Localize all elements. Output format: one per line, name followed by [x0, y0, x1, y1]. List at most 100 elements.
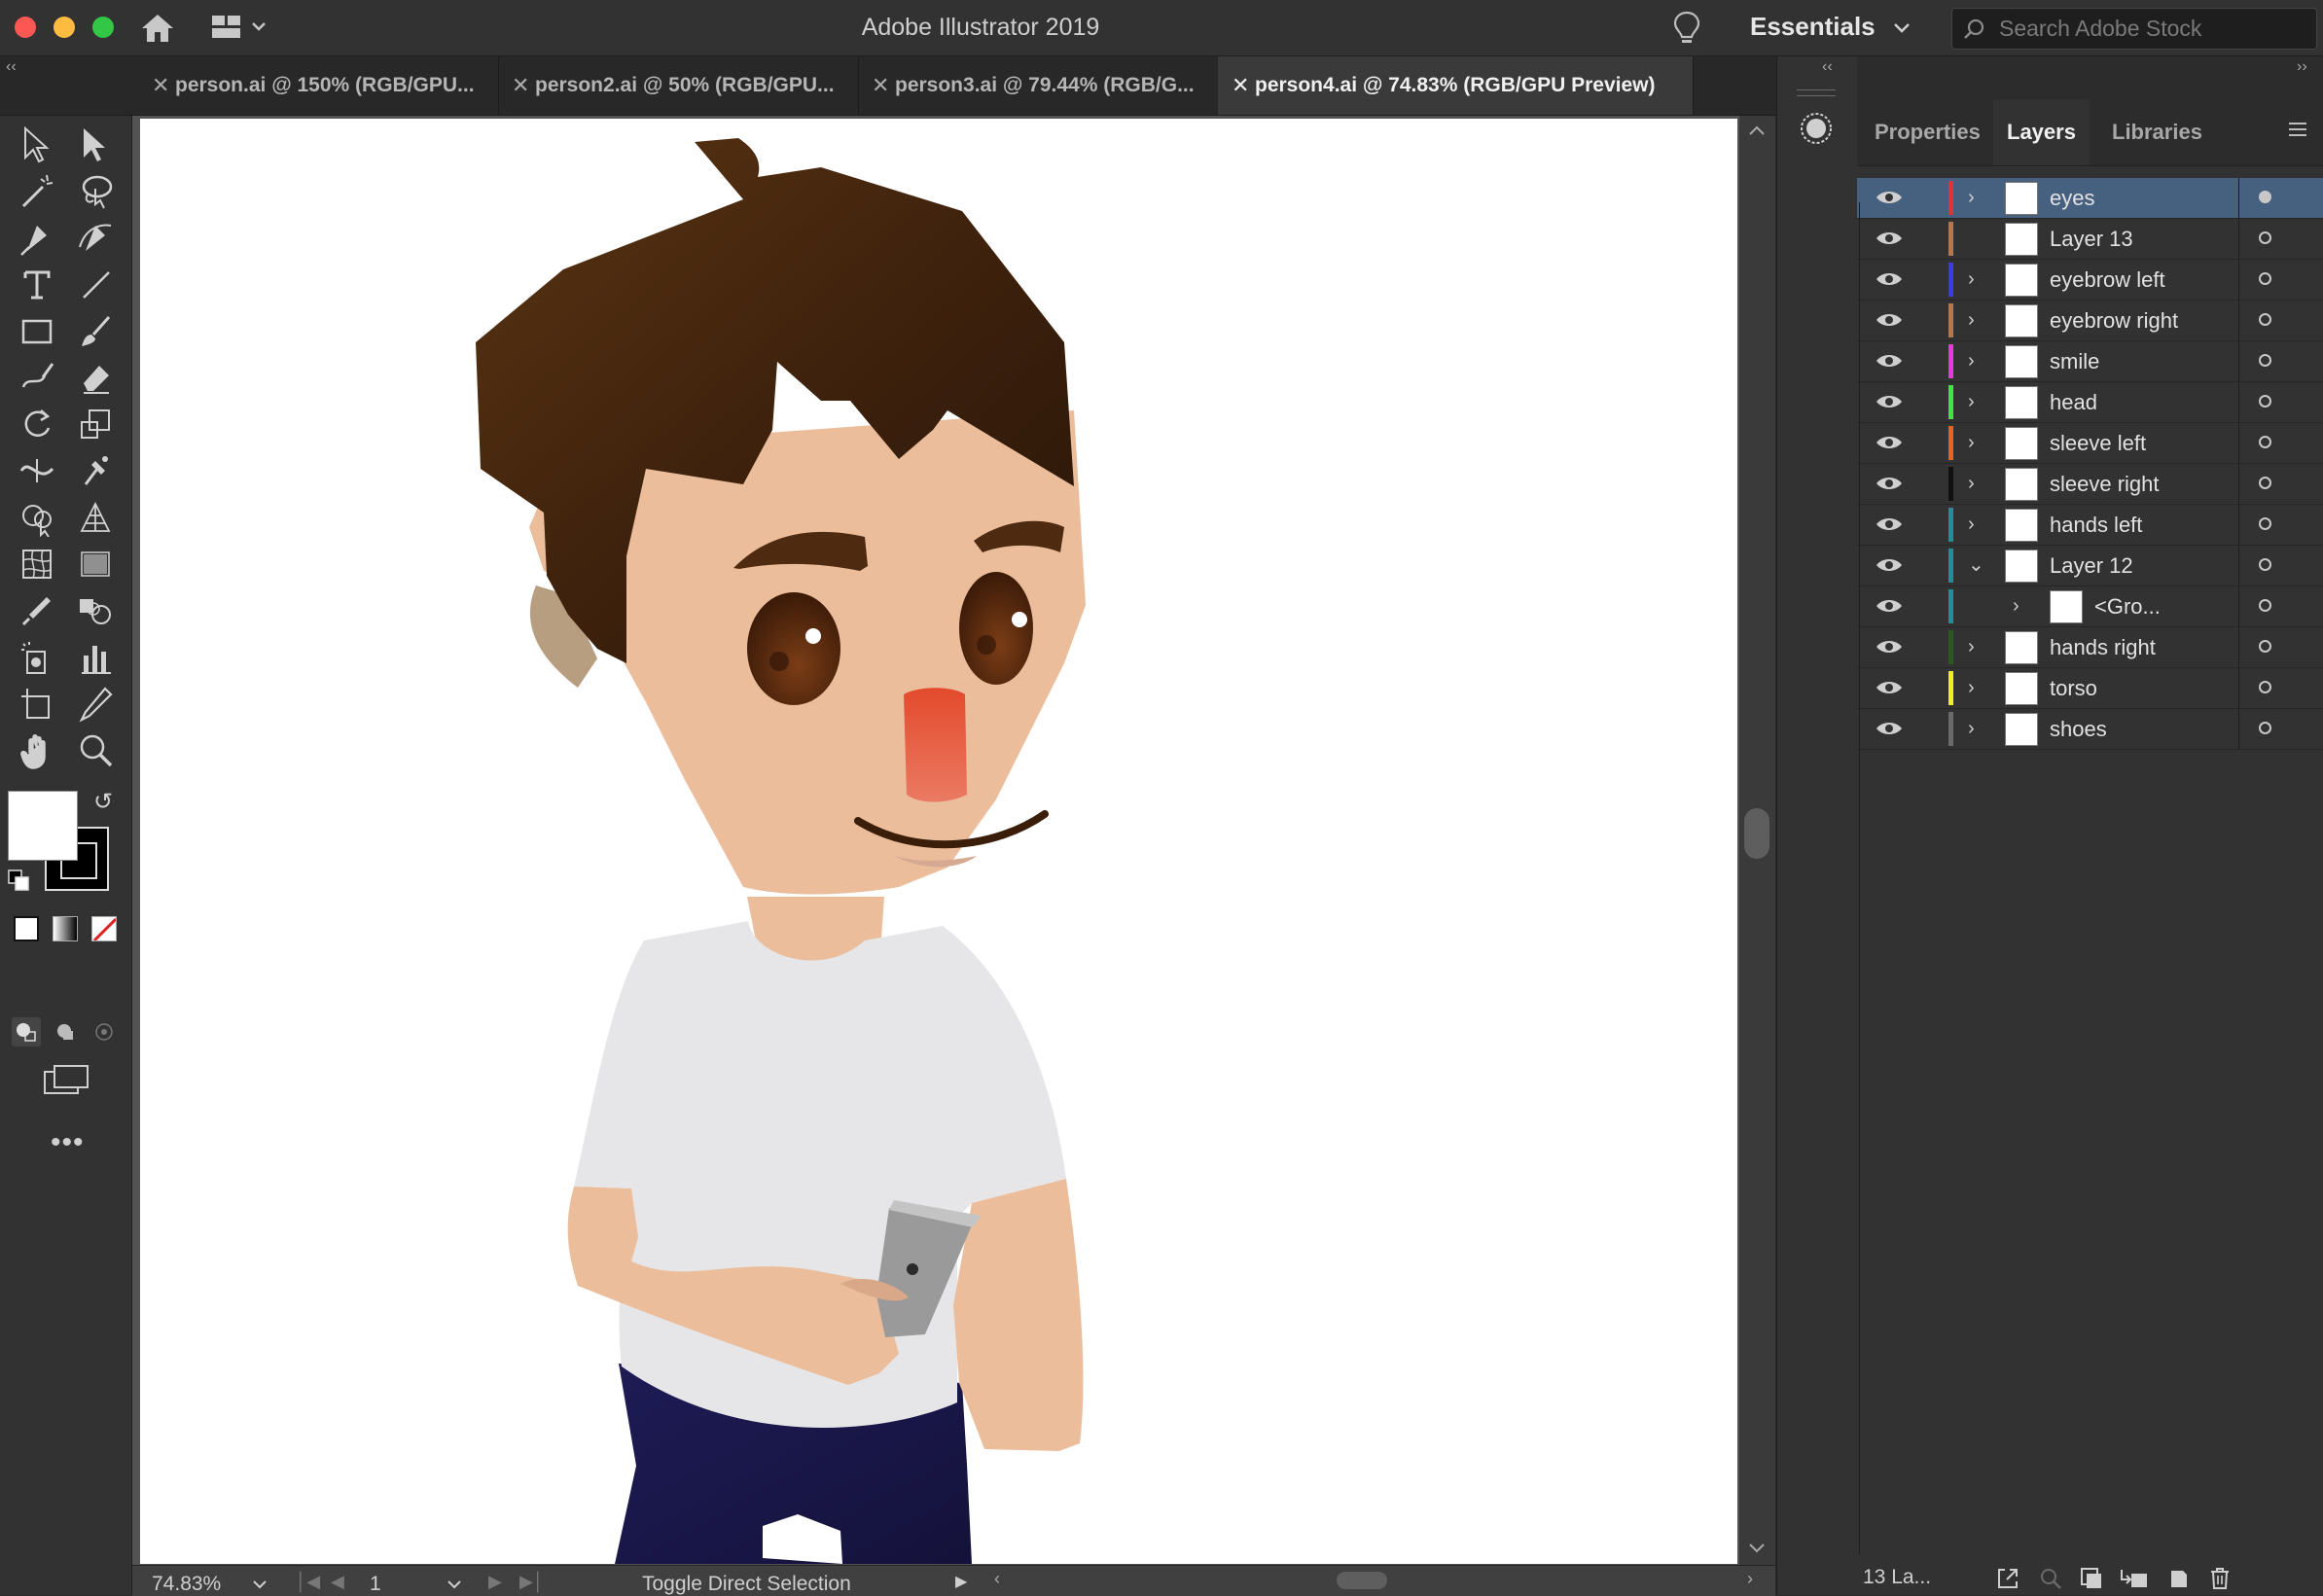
- close-tab-icon[interactable]: ✕: [512, 56, 529, 115]
- status-menu-arrow-icon[interactable]: ▶: [955, 1572, 967, 1591]
- chevron-right-icon[interactable]: ›: [1968, 709, 1975, 749]
- nose[interactable]: [904, 688, 967, 802]
- rectangle-tool-icon[interactable]: [16, 309, 58, 352]
- none-mode-button[interactable]: [91, 916, 117, 941]
- draw-normal-icon[interactable]: [12, 1017, 41, 1046]
- layer-row[interactable]: › smile: [1857, 341, 2323, 382]
- layer-target-icon[interactable]: [2259, 681, 2271, 693]
- visibility-eye-icon[interactable]: [1875, 269, 1904, 294]
- visibility-eye-icon[interactable]: [1875, 555, 1904, 580]
- chevron-right-icon[interactable]: ›: [1968, 260, 1975, 300]
- character-illustration[interactable]: [140, 119, 1737, 1564]
- layer-name[interactable]: smile: [2050, 341, 2099, 381]
- layer-name[interactable]: shoes: [2050, 709, 2107, 749]
- pen-tool-icon[interactable]: [16, 216, 58, 259]
- tab-properties[interactable]: Properties: [1861, 99, 1994, 165]
- layer-name[interactable]: hands right: [2050, 627, 2156, 667]
- last-artboard-icon[interactable]: ▶│: [519, 1572, 544, 1592]
- layer-row[interactable]: › eyebrow left: [1857, 260, 2323, 301]
- layer-target-icon[interactable]: [2259, 640, 2271, 653]
- layer-name[interactable]: <Gro...: [2094, 586, 2161, 626]
- layer-name[interactable]: eyebrow right: [2050, 301, 2178, 340]
- vertical-scrollbar[interactable]: [1739, 116, 1775, 1565]
- artboard-dropdown-chevron-icon[interactable]: [446, 1578, 463, 1590]
- export-icon[interactable]: [1995, 1566, 2020, 1591]
- layer-row[interactable]: › head: [1857, 382, 2323, 423]
- chevron-right-icon[interactable]: ›: [1968, 301, 1975, 340]
- scroll-down-arrow-icon[interactable]: [1747, 1542, 1767, 1560]
- layer-name[interactable]: eyes: [2050, 178, 2094, 218]
- layer-target-icon[interactable]: [2259, 354, 2271, 367]
- line-segment-tool-icon[interactable]: [74, 263, 117, 305]
- scroll-right-arrow-icon[interactable]: ›: [1747, 1569, 1753, 1589]
- workspace-switcher[interactable]: Essentials: [1750, 0, 1912, 53]
- layer-row[interactable]: › sleeve right: [1857, 464, 2323, 505]
- layer-target-icon[interactable]: [2259, 558, 2271, 571]
- rotate-tool-icon[interactable]: [16, 403, 58, 445]
- make-clipping-mask-icon[interactable]: [2079, 1566, 2104, 1591]
- next-artboard-icon[interactable]: ▶: [488, 1572, 502, 1592]
- collapse-panel-icon[interactable]: ››: [2297, 58, 2307, 76]
- chevron-right-icon[interactable]: ›: [1968, 382, 1975, 422]
- scale-tool-icon[interactable]: [74, 403, 117, 445]
- collapse-panels-left-icon[interactable]: ‹‹: [6, 58, 17, 76]
- close-tab-icon[interactable]: ✕: [872, 56, 889, 115]
- create-new-layer-icon[interactable]: [2166, 1566, 2192, 1591]
- horizontal-scrollbar[interactable]: ‹ ›: [988, 1569, 1767, 1591]
- tab-person3[interactable]: ✕ person3.ai @ 79.44% (RGB/G...: [858, 56, 1219, 115]
- draw-behind-icon[interactable]: [51, 1017, 80, 1046]
- stock-search-input[interactable]: Search Adobe Stock: [1951, 8, 2317, 50]
- layer-row[interactable]: › <Gro...: [1857, 586, 2323, 627]
- visibility-eye-icon[interactable]: [1875, 596, 1904, 621]
- layer-row[interactable]: › eyebrow right: [1857, 301, 2323, 341]
- magic-wand-tool-icon[interactable]: [16, 169, 58, 212]
- width-tool-icon[interactable]: [16, 449, 58, 492]
- scroll-left-arrow-icon[interactable]: ‹: [994, 1569, 1000, 1589]
- layer-target-icon[interactable]: [2259, 313, 2271, 326]
- perspective-grid-tool-icon[interactable]: [74, 496, 117, 539]
- tab-person4[interactable]: ✕ person4.ai @ 74.83% (RGB/GPU Preview): [1218, 56, 1694, 115]
- chevron-right-icon[interactable]: ›: [2013, 586, 2019, 626]
- layer-name[interactable]: sleeve left: [2050, 423, 2146, 463]
- layer-name[interactable]: torso: [2050, 668, 2097, 708]
- curvature-tool-icon[interactable]: [74, 216, 117, 259]
- layer-target-icon[interactable]: [2259, 599, 2271, 612]
- layer-name[interactable]: sleeve right: [2050, 464, 2160, 504]
- layer-row[interactable]: › sleeve left: [1857, 423, 2323, 464]
- close-tab-icon[interactable]: ✕: [152, 56, 169, 115]
- dock-grip[interactable]: [1797, 89, 1836, 96]
- draw-inside-icon[interactable]: [89, 1017, 119, 1046]
- column-graph-tool-icon[interactable]: [74, 636, 117, 679]
- horizontal-scroll-thumb[interactable]: [1337, 1572, 1387, 1589]
- layer-target-icon[interactable]: [2259, 436, 2271, 448]
- layer-target-icon[interactable]: [2259, 395, 2271, 408]
- delete-layer-icon[interactable]: [2207, 1566, 2233, 1591]
- shape-builder-tool-icon[interactable]: [16, 496, 58, 539]
- visibility-eye-icon[interactable]: [1875, 351, 1904, 375]
- layer-target-icon[interactable]: [2259, 722, 2271, 734]
- scroll-up-arrow-icon[interactable]: [1747, 124, 1767, 142]
- scroll-thumb[interactable]: [1744, 808, 1769, 859]
- visibility-eye-icon[interactable]: [1875, 310, 1904, 335]
- lasso-tool-icon[interactable]: [74, 169, 117, 212]
- visibility-eye-icon[interactable]: [1875, 514, 1904, 539]
- hand-tool-icon[interactable]: [16, 729, 58, 772]
- visibility-eye-icon[interactable]: [1875, 188, 1904, 212]
- first-artboard-icon[interactable]: │◀: [296, 1572, 320, 1592]
- layer-name[interactable]: head: [2050, 382, 2097, 422]
- shaper-tool-icon[interactable]: [16, 356, 58, 399]
- artboard-number[interactable]: 1: [370, 1573, 381, 1596]
- layer-target-icon[interactable]: [2259, 477, 2271, 489]
- artboard[interactable]: [140, 119, 1737, 1564]
- layer-target-icon[interactable]: [2259, 191, 2271, 203]
- layer-row[interactable]: › torso: [1857, 668, 2323, 709]
- gradient-mode-button[interactable]: [53, 916, 78, 941]
- selection-tool-icon[interactable]: [16, 123, 58, 165]
- expand-dock-icon[interactable]: ‹‹: [1822, 58, 1833, 76]
- chevron-right-icon[interactable]: ›: [1968, 668, 1975, 708]
- visibility-eye-icon[interactable]: [1875, 229, 1904, 253]
- previous-artboard-icon[interactable]: ◀: [331, 1572, 344, 1592]
- tab-person2[interactable]: ✕ person2.ai @ 50% (RGB/GPU...: [498, 56, 859, 115]
- layer-target-icon[interactable]: [2259, 517, 2271, 530]
- type-tool-icon[interactable]: [16, 263, 58, 305]
